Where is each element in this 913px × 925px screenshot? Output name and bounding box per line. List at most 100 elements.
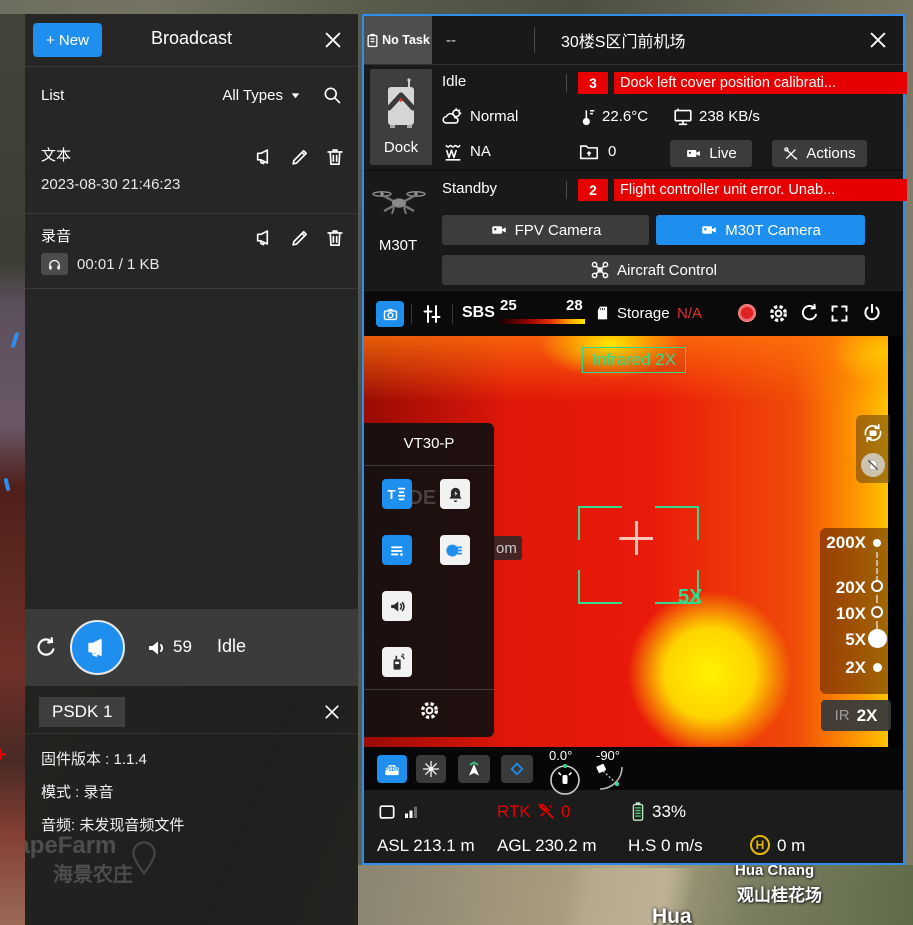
megaphone-icon[interactable] xyxy=(254,146,276,168)
list-item[interactable]: 文本 2023-08-30 21:46:23 xyxy=(25,126,358,214)
zoom-level-20x[interactable]: 20X xyxy=(836,578,866,598)
drone-control-icon xyxy=(590,260,610,280)
aircraft-control-label: Aircraft Control xyxy=(617,262,717,279)
psdk-chip-label: PSDK xyxy=(384,767,400,773)
close-icon[interactable] xyxy=(867,29,889,51)
live-button[interactable]: Live xyxy=(670,140,752,167)
map-label-farm-cn2: 海景农庄 xyxy=(53,858,133,887)
camera-feed[interactable]: Infrared 2X 5X VT30-P WIDE T xyxy=(364,336,903,747)
psdk-widget-button[interactable]: PSDK xyxy=(377,755,407,783)
headphones-icon xyxy=(41,253,68,275)
dock-media-count: 0 xyxy=(608,143,616,160)
site-name: 30楼S区门前机场 xyxy=(561,28,685,52)
ir-value: 2X xyxy=(857,706,878,726)
battery-icon xyxy=(630,800,646,822)
searchlight-button[interactable] xyxy=(440,535,470,565)
pencil-icon[interactable] xyxy=(289,146,311,168)
screen: + Hua Chang 观山桂花场 Hua + New Broadcast Li… xyxy=(0,0,913,925)
center-zoom-label: 5X xyxy=(678,586,702,609)
crosshair-icon xyxy=(635,521,638,555)
pencil-icon[interactable] xyxy=(289,227,311,249)
close-icon[interactable] xyxy=(322,29,344,51)
live-label: Live xyxy=(709,145,737,162)
fpv-camera-button[interactable]: FPV Camera xyxy=(442,215,649,245)
aircraft-control-button[interactable]: Aircraft Control xyxy=(442,255,865,285)
tts-button[interactable]: T xyxy=(382,479,412,509)
zoom-current-handle[interactable] xyxy=(868,629,887,648)
broadcast-status: Idle xyxy=(217,636,246,657)
walkie-talkie-button[interactable] xyxy=(382,647,412,677)
home-distance-value: 0 m xyxy=(777,836,805,856)
power-icon[interactable] xyxy=(861,302,883,324)
compass-indicator[interactable] xyxy=(548,763,582,797)
palette-label[interactable]: SBS xyxy=(462,304,495,322)
ir-zoom-button[interactable]: IR 2X xyxy=(821,700,891,731)
refresh-icon[interactable] xyxy=(33,635,59,661)
fullscreen-icon[interactable] xyxy=(829,303,850,324)
broadcast-play-button[interactable] xyxy=(70,620,125,675)
heading-indicator-button[interactable] xyxy=(458,755,490,783)
speaker-button[interactable] xyxy=(382,591,412,621)
storage-label: Storage xyxy=(617,305,670,322)
zoom-level-10x[interactable]: 10X xyxy=(836,604,866,624)
tools-icon xyxy=(783,146,799,162)
divider xyxy=(364,689,494,690)
record-button[interactable] xyxy=(738,304,756,322)
map-road xyxy=(358,868,913,925)
divider xyxy=(534,27,535,53)
zoom-ring[interactable] xyxy=(871,606,883,618)
focus-bracket xyxy=(655,506,699,540)
aircraft-row: M30T Standby 2 Flight controller unit er… xyxy=(364,170,903,291)
waypoint-diamond-button[interactable] xyxy=(501,755,533,783)
dock-alert-count[interactable]: 3 xyxy=(578,72,608,94)
type-filter-dropdown[interactable]: All Types xyxy=(222,87,302,104)
playlist-button[interactable] xyxy=(382,535,412,565)
list-item[interactable]: 录音 00:01 / 1 KB xyxy=(25,213,358,289)
zoom-level-5x[interactable]: 5X xyxy=(845,630,866,650)
trash-icon[interactable] xyxy=(324,227,346,249)
dock-status: Idle xyxy=(442,73,466,90)
item-title: 录音 xyxy=(41,225,71,246)
dock-device-card[interactable]: Dock xyxy=(370,69,432,165)
gear-icon[interactable] xyxy=(767,302,790,325)
dock-alert-message[interactable]: Dock left cover position calibrati... xyxy=(614,72,907,94)
map-label-farm-en: capeFarm xyxy=(25,832,116,860)
map-left-strip[interactable] xyxy=(0,14,25,925)
aircraft-status: Standby xyxy=(442,180,497,197)
refresh-icon[interactable] xyxy=(798,302,821,325)
laser-button[interactable] xyxy=(416,755,446,783)
video-icon xyxy=(685,145,702,162)
zoom-level-200x[interactable]: 200X xyxy=(826,533,866,553)
gimbal-pitch-indicator[interactable] xyxy=(594,763,626,793)
zoom-level-2x[interactable]: 2X xyxy=(845,658,866,678)
volume-icon[interactable] xyxy=(145,636,169,660)
folder-icon xyxy=(578,141,600,163)
close-icon[interactable] xyxy=(322,702,342,722)
dock-icon xyxy=(381,75,421,133)
task-status-badge[interactable]: No Task xyxy=(364,16,432,64)
aircraft-alert-message[interactable]: Flight controller unit error. Unab... xyxy=(614,179,907,201)
chevron-down-icon xyxy=(289,89,302,102)
trash-icon[interactable] xyxy=(324,146,346,168)
search-icon[interactable] xyxy=(322,85,342,105)
zoom-slider[interactable]: 200X 20X 10X 5X 2X xyxy=(820,528,888,694)
divider xyxy=(566,181,567,199)
sliders-icon[interactable] xyxy=(420,302,444,326)
alarm-button[interactable] xyxy=(440,479,470,509)
zoom-ticks xyxy=(876,595,878,603)
agl-value: AGL 230.2 m xyxy=(497,836,597,856)
m30t-camera-button[interactable]: M30T Camera xyxy=(656,215,865,245)
zoom-dot[interactable] xyxy=(873,539,881,547)
gear-icon[interactable] xyxy=(418,699,441,722)
photo-camera-button[interactable] xyxy=(376,301,404,327)
zoom-ring[interactable] xyxy=(871,580,883,592)
thermometer-icon xyxy=(578,106,598,128)
weather-icon xyxy=(442,106,464,128)
palette-disabled-icon[interactable] xyxy=(861,453,885,477)
item-actions xyxy=(254,227,346,249)
camera-swap-icon[interactable] xyxy=(861,421,885,445)
zoom-dot[interactable] xyxy=(873,663,882,672)
actions-button[interactable]: Actions xyxy=(772,140,867,167)
megaphone-icon[interactable] xyxy=(254,227,276,249)
aircraft-alert-count[interactable]: 2 xyxy=(578,179,608,201)
